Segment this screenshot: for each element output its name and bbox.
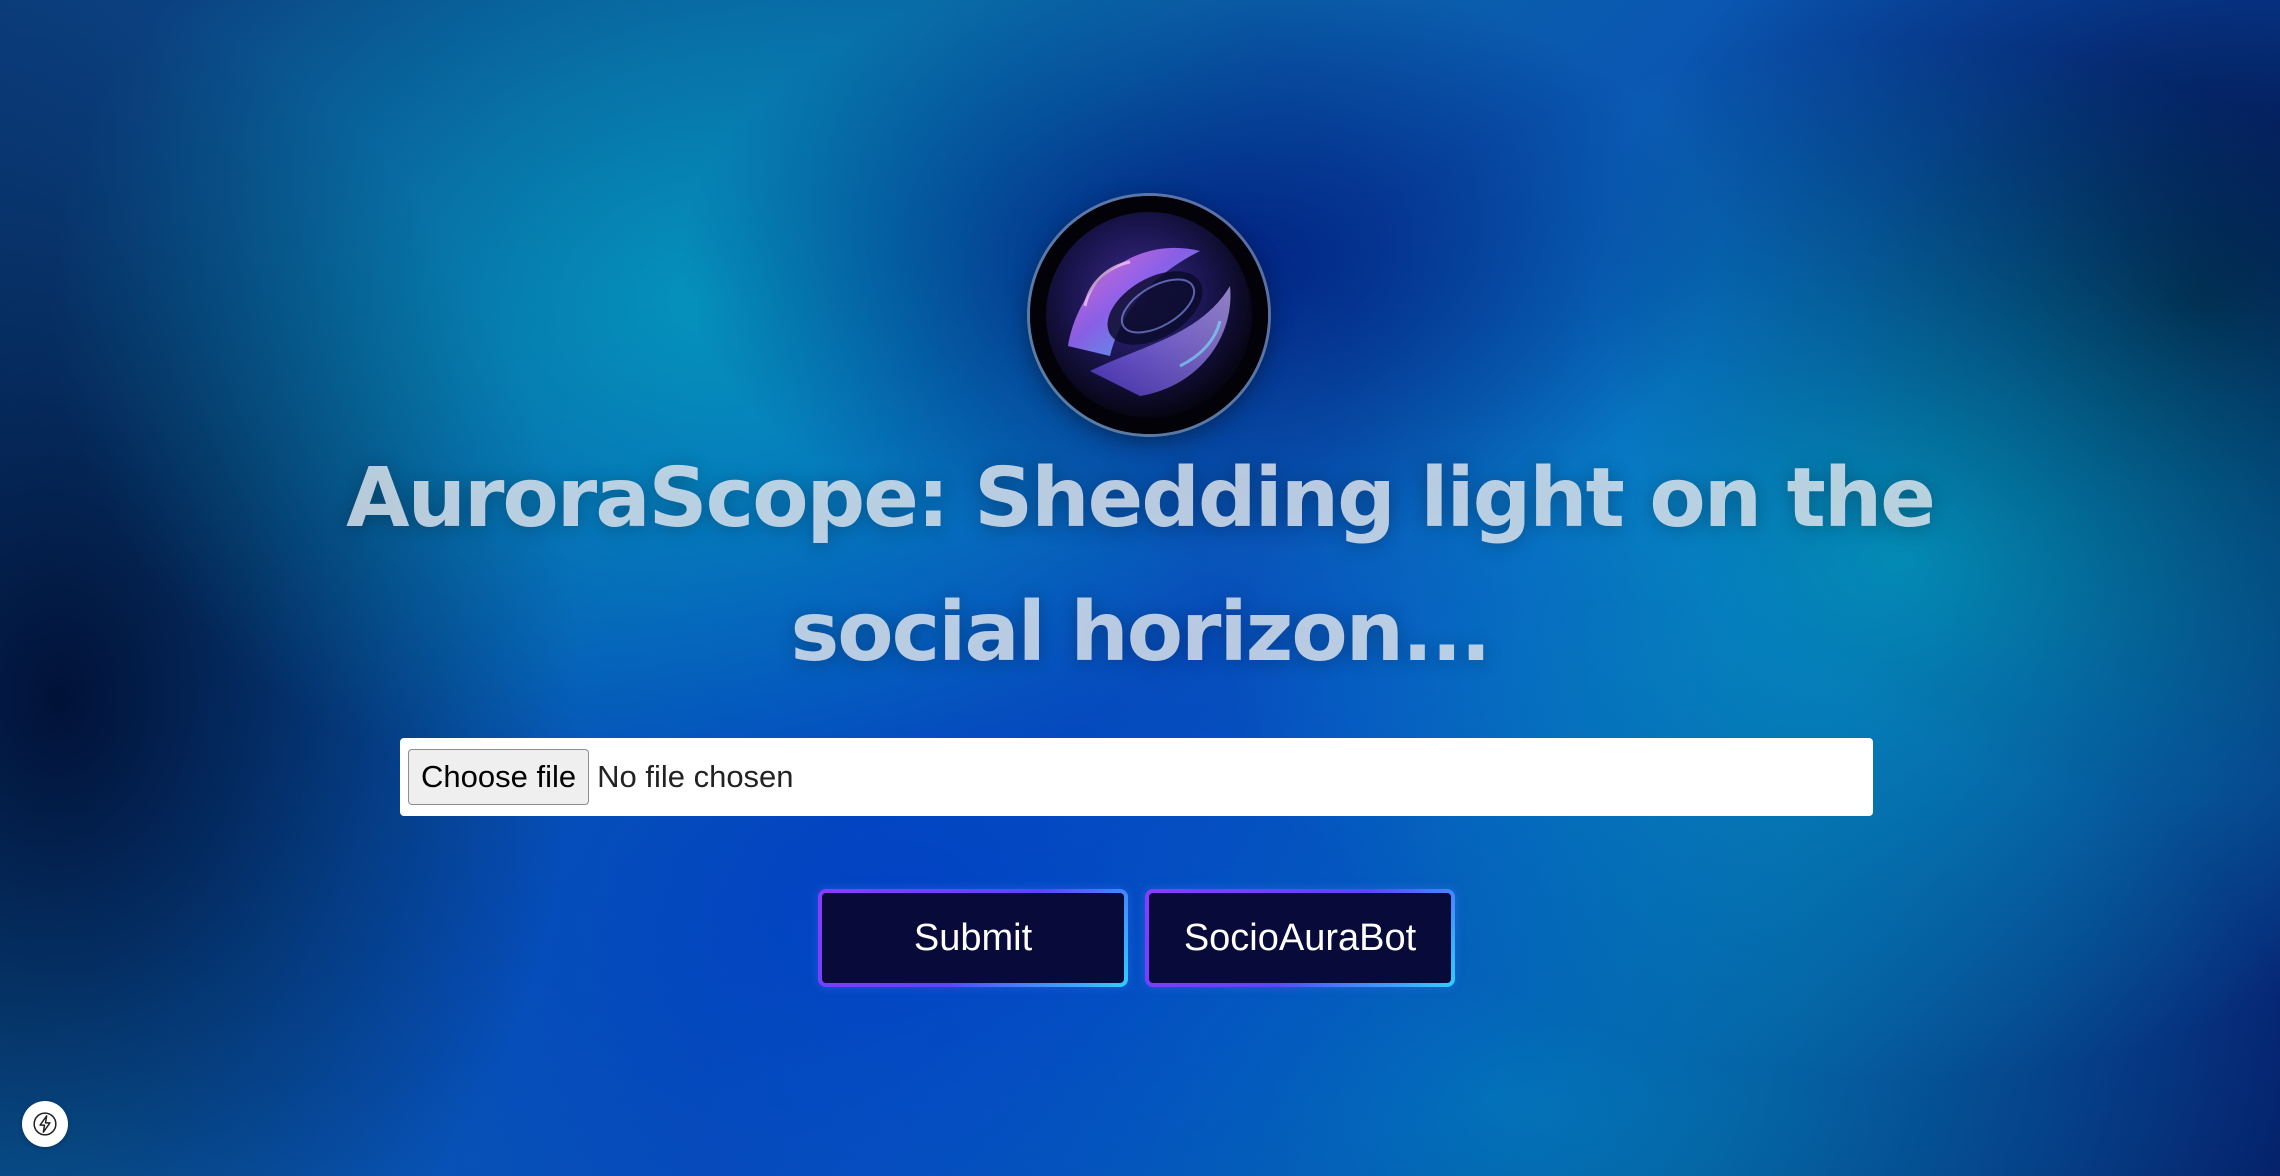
submit-button[interactable]: Submit: [818, 889, 1128, 987]
choose-file-button[interactable]: Choose file: [408, 749, 590, 805]
socioaurabot-button[interactable]: SocioAuraBot: [1145, 889, 1455, 987]
file-status-text: No file chosen: [597, 759, 794, 794]
file-upload-field[interactable]: Choose file No file chosen: [400, 738, 1873, 816]
aurora-orb-logo: [1030, 196, 1268, 434]
lightning-bolt-icon[interactable]: [22, 1101, 68, 1147]
page-title: AuroraScope: Shedding light on the socia…: [346, 451, 1936, 680]
